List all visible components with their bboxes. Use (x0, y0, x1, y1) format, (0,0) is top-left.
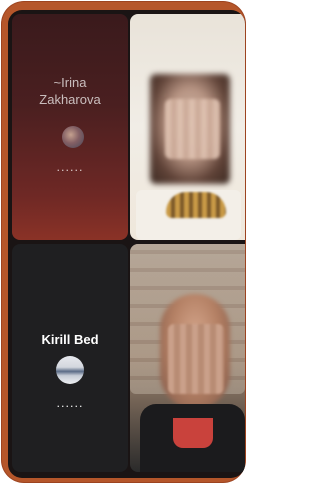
status-dots: ...... (56, 397, 84, 410)
participant-tile-irina[interactable]: ~Irina Zakharova ...... (12, 14, 128, 240)
status-dots: ...... (56, 161, 84, 174)
video-call-grid: ~Irina Zakharova ...... Kirill Bed .....… (8, 10, 245, 478)
video-feed-bottom[interactable] (130, 244, 245, 472)
video-feed-top[interactable] (130, 14, 245, 240)
video-blur-region (168, 324, 224, 394)
participant-tile-kirill[interactable]: Kirill Bed ...... (12, 244, 128, 472)
avatar (62, 126, 84, 148)
participant-name: ~Irina Zakharova (39, 75, 101, 107)
participant-name: Kirill Bed (41, 332, 99, 347)
video-blur-region (173, 418, 213, 448)
video-blur-region (165, 99, 220, 159)
video-blur-region (166, 192, 226, 218)
avatar (56, 356, 84, 384)
